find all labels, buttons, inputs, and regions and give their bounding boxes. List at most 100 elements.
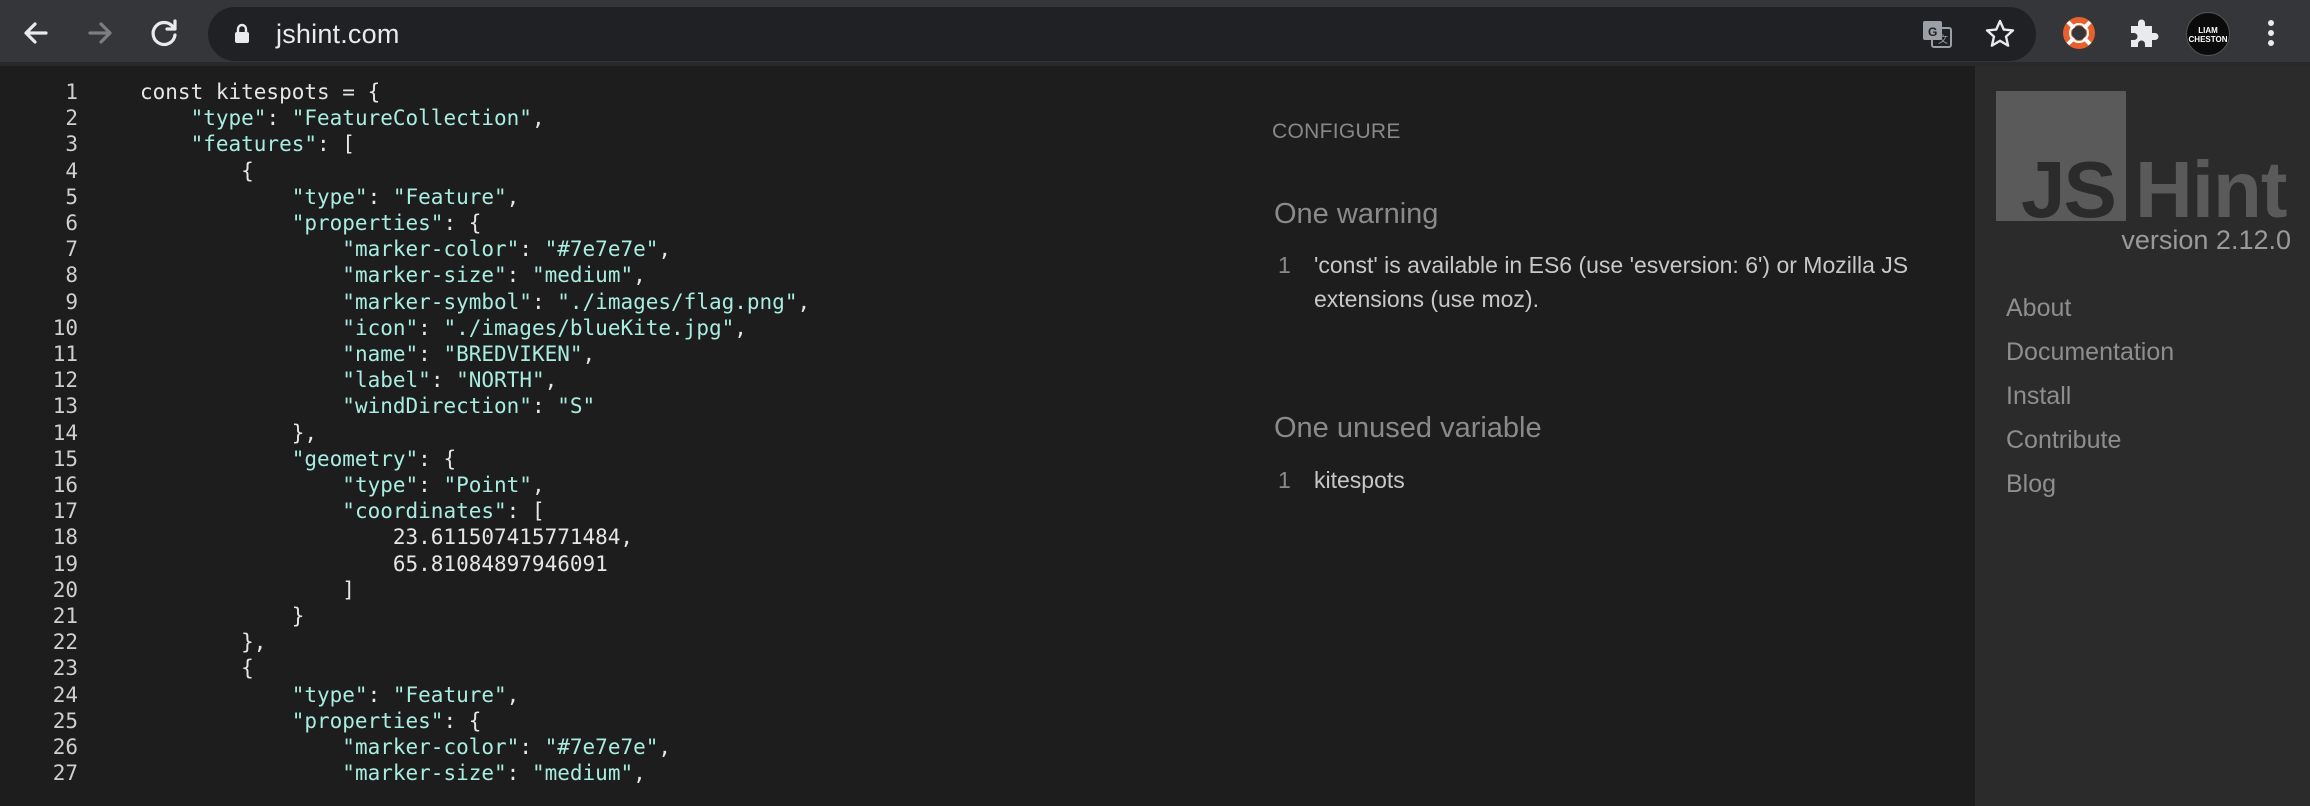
line-number: 7	[65, 237, 78, 262]
line-number: 15	[52, 446, 78, 471]
line-number: 13	[52, 394, 78, 419]
code-text: "marker-symbol": "./images/flag.png",	[342, 289, 811, 314]
svg-text:文: 文	[1938, 33, 1948, 46]
code-line[interactable]: 1 const kitespots = {	[0, 80, 1250, 106]
warning-message: 'const' is available in ES6 (use 'esvers…	[1314, 252, 1909, 312]
back-button[interactable]	[16, 13, 56, 53]
string-token: "properties"	[291, 708, 444, 733]
nav-link-install[interactable]: Install	[2006, 382, 2071, 411]
string-token: "S"	[557, 394, 596, 419]
code-line[interactable]: 20 ]	[0, 578, 1250, 604]
code-text: "marker-color": "#7e7e7e",	[342, 237, 672, 262]
code-line[interactable]: 15 "geometry": {	[0, 447, 1250, 473]
code-line[interactable]: 26 "marker-color": "#7e7e7e",	[0, 735, 1250, 761]
code-text: }	[140, 604, 305, 628]
code-text: const kitespots = {	[140, 80, 381, 104]
string-token: "Point"	[443, 473, 532, 497]
code-text: "marker-size": "medium",	[342, 263, 646, 288]
logo-js-text: JS	[2021, 145, 2117, 234]
bookmark-star-icon[interactable]	[1983, 17, 2017, 51]
lifebuoy-extension-icon[interactable]	[2060, 14, 2098, 52]
nav-link-contribute[interactable]: Contribute	[2006, 426, 2121, 455]
code-line[interactable]: 24 "type": "Feature",	[0, 683, 1250, 709]
string-token: "Feature"	[392, 682, 507, 707]
translate-icon[interactable]: G 文	[1920, 17, 1954, 51]
url-text: jshint.com	[276, 19, 400, 49]
line-number: 5	[65, 184, 78, 209]
code-line[interactable]: 9 "marker-symbol": "./images/flag.png",	[0, 290, 1250, 316]
string-token: "windDirection"	[342, 394, 532, 419]
address-bar[interactable]: jshint.com G 文	[208, 7, 2036, 61]
code-line[interactable]: 5 "type": "Feature",	[0, 185, 1250, 211]
string-token: "medium"	[531, 761, 634, 786]
code-line[interactable]: 12 "label": "NORTH",	[0, 368, 1250, 394]
line-number: 2	[65, 106, 78, 131]
code-line[interactable]: 27 "marker-size": "medium",	[0, 761, 1250, 787]
code-line[interactable]: 3 "features": [	[0, 132, 1250, 158]
code-text: 23.611507415771484,	[140, 525, 634, 550]
code-line[interactable]: 8 "marker-size": "medium",	[0, 263, 1250, 289]
line-number: 11	[52, 342, 78, 366]
code-line[interactable]: 13 "windDirection": "S"	[0, 394, 1250, 420]
code-line[interactable]: 4 {	[0, 159, 1250, 185]
line-number: 14	[52, 420, 78, 445]
configure-link[interactable]: CONFIGURE	[1272, 120, 1401, 144]
code-line[interactable]: 14 },	[0, 421, 1250, 447]
line-number: 23	[52, 656, 78, 681]
code-text: "icon": "./images/blueKite.jpg",	[342, 315, 747, 340]
line-number: 16	[52, 473, 78, 497]
code-text: "type": "Feature",	[291, 682, 520, 707]
reload-button[interactable]	[144, 13, 184, 53]
code-editor[interactable]: 1 const kitespots = {2 "type": "FeatureCo…	[0, 66, 1250, 806]
code-text: ]	[140, 577, 355, 602]
code-line[interactable]: 11 "name": "BREDVIKEN",	[0, 342, 1250, 368]
nav-link-blog[interactable]: Blog	[2006, 470, 2056, 499]
code-line[interactable]: 21 }	[0, 604, 1250, 630]
string-token: "type"	[342, 473, 419, 497]
lock-icon	[235, 23, 249, 43]
code-line[interactable]: 10 "icon": "./images/blueKite.jpg",	[0, 316, 1250, 342]
code-line[interactable]: 23 {	[0, 656, 1250, 682]
code-line[interactable]: 6 "properties": {	[0, 211, 1250, 237]
string-token: "icon"	[342, 315, 419, 340]
code-text: "marker-color": "#7e7e7e",	[342, 735, 672, 759]
line-number: 25	[52, 708, 78, 733]
code-line[interactable]: 16 "type": "Point",	[0, 473, 1250, 499]
nav-link-about[interactable]: About	[2006, 294, 2071, 323]
line-number: 9	[65, 289, 78, 314]
nav-link-documentation[interactable]: Documentation	[2006, 338, 2174, 367]
string-token: "coordinates"	[342, 499, 507, 524]
string-token: "marker-size"	[342, 761, 507, 786]
string-token: "type"	[291, 682, 368, 707]
string-token: "#7e7e7e"	[544, 237, 659, 262]
code-text: "type": "FeatureCollection",	[190, 106, 545, 131]
unused-variable-number: 1	[1278, 467, 1291, 493]
code-line[interactable]: 18 23.611507415771484,	[0, 525, 1250, 551]
code-line[interactable]: 19 65.81084897946091	[0, 552, 1250, 578]
string-token: "label"	[342, 368, 431, 393]
line-number: 1	[65, 80, 78, 104]
line-number: 19	[52, 551, 78, 576]
code-line[interactable]: 7 "marker-color": "#7e7e7e",	[0, 237, 1250, 263]
line-number: 4	[65, 158, 78, 183]
code-text: "marker-size": "medium",	[342, 761, 646, 786]
logo-hint-text: Hint	[2135, 145, 2288, 234]
code-text: {	[140, 656, 254, 681]
code-line[interactable]: 22 },	[0, 630, 1250, 656]
code-line[interactable]: 25 "properties": {	[0, 709, 1250, 735]
code-line[interactable]: 17 "coordinates": [	[0, 499, 1250, 525]
code-text: "label": "NORTH",	[342, 368, 558, 393]
code-line[interactable]: 2 "type": "FeatureCollection",	[0, 106, 1250, 132]
string-token: "marker-color"	[342, 237, 520, 262]
profile-avatar[interactable]: LIAM CHESTON	[2186, 12, 2230, 56]
puzzle-icon[interactable]	[2124, 14, 2162, 52]
svg-text:G: G	[1928, 25, 1937, 39]
version-label: version 2.12.0	[2121, 225, 2291, 255]
string-token: "marker-symbol"	[342, 289, 532, 314]
line-number: 26	[52, 735, 78, 759]
line-number: 20	[52, 577, 78, 602]
kebab-menu-icon[interactable]	[2252, 14, 2290, 52]
forward-button[interactable]	[80, 13, 120, 53]
unused-variable-name: kitespots	[1314, 467, 1405, 493]
string-token: "name"	[342, 342, 419, 366]
